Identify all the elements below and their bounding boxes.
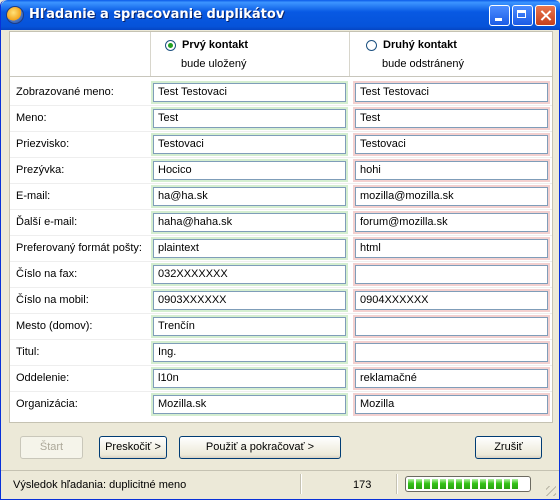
contact1-field[interactable]: haha@haha.sk [153,213,346,232]
start-button[interactable]: Štart [20,436,83,459]
progress-segment [440,479,446,489]
close-button[interactable] [535,5,556,26]
contact1-field[interactable]: 0903XXXXXX [153,291,346,310]
contact1-field[interactable]: ha@ha.sk [153,187,346,206]
contact2-field[interactable]: mozilla@mozilla.sk [355,187,548,206]
title-bar[interactable]: Hľadanie a spracovanie duplikátov [1,0,560,30]
contact1-field[interactable]: Test Testovaci [153,83,346,102]
field-label: Meno: [16,112,47,124]
contact2-field[interactable]: reklamačné [355,369,548,388]
contact2-field[interactable]: forum@mozilla.sk [355,213,548,232]
field-label: Mesto (domov): [16,320,93,332]
contact2-field[interactable]: Mozilla [355,395,548,414]
cancel-button[interactable]: Zrušiť [475,436,542,459]
radio-button-icon[interactable] [165,39,176,51]
contact1-field[interactable]: Testovaci [153,135,346,154]
field-label: Ďalší e-mail: [16,216,78,228]
progress-segment [480,479,486,489]
apply-continue-button[interactable]: Použiť a pokračovať > [179,436,341,459]
contact1-field[interactable]: 032XXXXXXX [153,265,346,284]
contact2-sublabel: bude odstránený [382,58,464,70]
field-label: Oddelenie: [16,372,70,384]
progress-segment [424,479,430,489]
progress-segment [512,479,518,489]
field-label: Prezývka: [16,164,65,176]
field-label: Organizácia: [16,398,78,410]
progress-segment [408,479,414,489]
contact1-field[interactable]: plaintext [153,239,346,258]
progress-segment [456,479,462,489]
progress-segment [496,479,502,489]
progress-segment [464,479,470,489]
progress-segment [488,479,494,489]
app-icon [6,6,24,24]
contact2-field[interactable]: html [355,239,548,258]
window-title: Hľadanie a spracovanie duplikátov [29,7,285,22]
merge-table: Prvý kontakt bude uložený Druhý kontakt … [9,31,553,423]
progress-segment [416,479,422,489]
contact2-field[interactable]: Testovaci [355,135,548,154]
contact1-field[interactable]: Trenčín [153,317,346,336]
progress-segment [432,479,438,489]
field-label: Číslo na fax: [16,268,78,280]
maximize-button[interactable] [512,5,533,26]
contact1-field[interactable]: Ing. [153,343,346,362]
result-count: 173 [353,479,372,491]
progress-segment [472,479,478,489]
radio-button-icon[interactable] [366,39,377,51]
status-bar: Výsledok hľadania: duplicitné meno 173 [1,470,559,499]
progress-segment [448,479,454,489]
contact2-field[interactable]: Test Testovaci [355,83,548,102]
status-text: Výsledok hľadania: duplicitné meno [13,479,187,491]
minimize-button[interactable] [489,5,510,26]
contact1-field[interactable]: Hocico [153,161,346,180]
contact2-field[interactable]: Test [355,109,548,128]
resize-grip-icon[interactable] [546,486,556,496]
contact2-field[interactable] [355,265,548,284]
contact2-field[interactable]: 0904XXXXXX [355,291,548,310]
contact2-field[interactable] [355,317,548,336]
contact1-field[interactable]: Test [153,109,346,128]
contact2-field[interactable]: hohi [355,161,548,180]
progress-bar [405,476,531,492]
radio-contact2[interactable]: Druhý kontakt [366,39,457,51]
field-label: Preferovaný formát pošty: [16,242,142,254]
contact1-label: Prvý kontakt [182,39,249,51]
contact2-field[interactable] [355,343,548,362]
contact1-sublabel: bude uložený [181,58,247,70]
progress-segment [504,479,510,489]
contact2-label: Druhý kontakt [383,39,457,51]
field-label: Zobrazované meno: [16,86,114,98]
field-label: E-mail: [16,190,51,202]
main-window: Hľadanie a spracovanie duplikátov Prvý k… [0,0,560,500]
radio-contact1[interactable]: Prvý kontakt [165,39,248,51]
contact1-field[interactable]: Mozilla.sk [153,395,346,414]
skip-button[interactable]: Preskočiť > [99,436,167,459]
contact1-field[interactable]: l10n [153,369,346,388]
field-label: Titul: [16,346,40,358]
field-label: Priezvisko: [16,138,70,150]
field-label: Číslo na mobil: [16,294,89,306]
